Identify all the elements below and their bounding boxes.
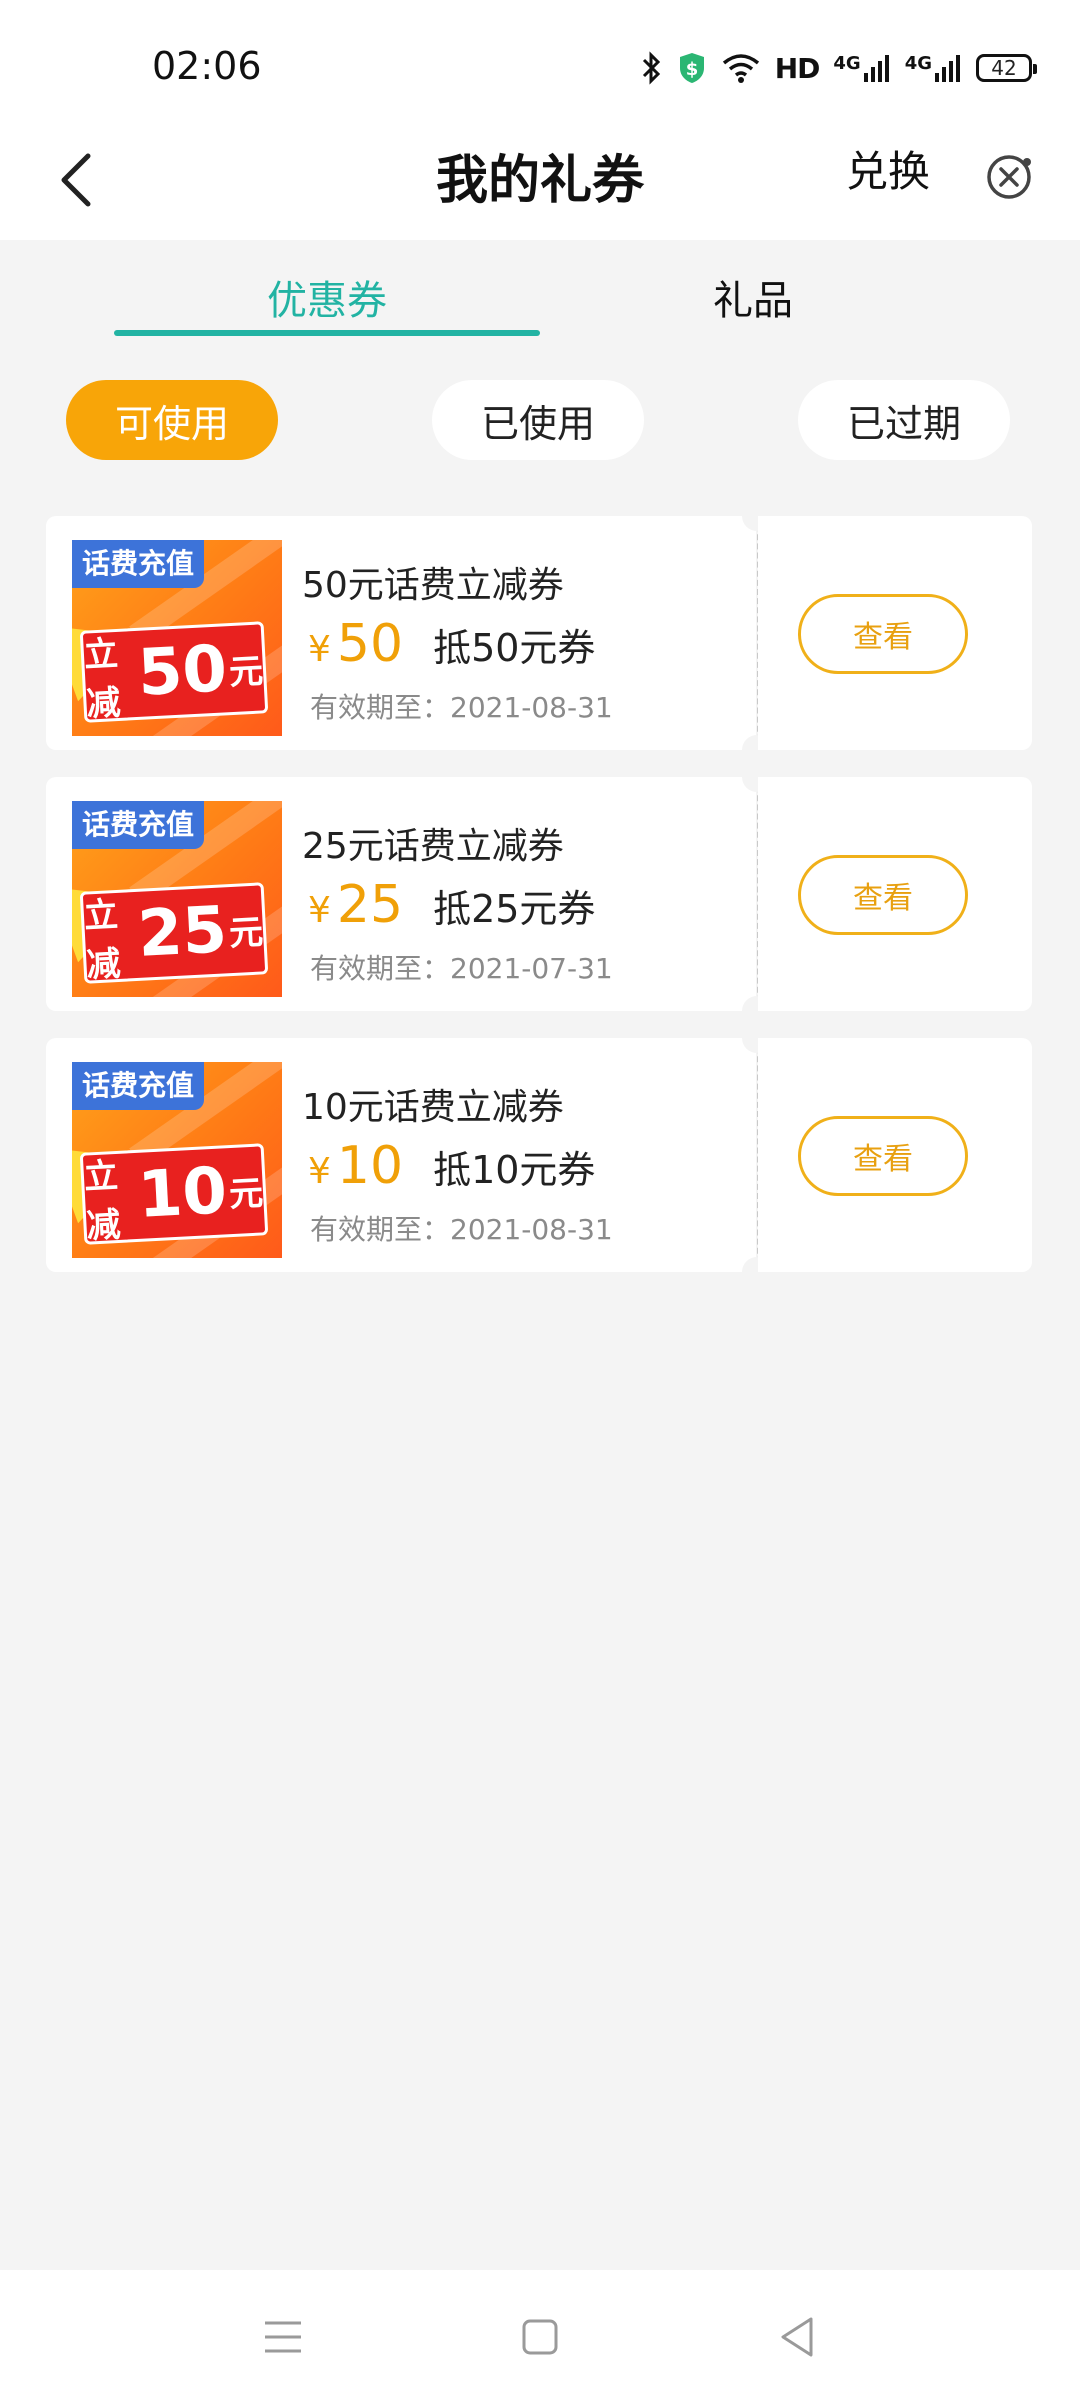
coupon-thumbnail: 话费充值 立减 25 元	[72, 801, 282, 997]
filter-used[interactable]: 已使用	[432, 380, 644, 460]
status-time: 02:06	[152, 44, 262, 88]
thumb-amount: 25	[136, 893, 229, 972]
filter-chips: 可使用 已使用 已过期	[0, 380, 1080, 460]
coupon-amount: 25	[336, 875, 404, 935]
signal-4g-2: 4G	[905, 53, 962, 83]
coupon-action: 查看	[758, 516, 1032, 750]
main-tabs: 优惠券 礼品	[0, 240, 1080, 340]
thumb-tag: 话费充值	[72, 540, 205, 588]
bluetooth-icon	[641, 51, 663, 85]
header: 我的礼券 兑换	[0, 120, 1080, 240]
coupon-thumbnail: 话费充值 立减 50 元	[72, 540, 282, 736]
close-circle-icon	[987, 155, 1031, 199]
thumb-prefix: 立减	[82, 633, 122, 725]
coupon-title: 25元话费立减券	[302, 826, 564, 867]
signal-bars-icon	[935, 55, 960, 82]
thumb-unit: 元	[228, 650, 265, 693]
coupon-desc: 抵50元券	[433, 626, 596, 670]
nav-home-button[interactable]	[505, 2302, 575, 2372]
thumb-amount: 10	[136, 1154, 229, 1233]
status-bar: 02:06 $ HD 4G 4G 42	[0, 0, 1080, 120]
filter-expired[interactable]: 已过期	[798, 380, 1010, 460]
coupon-thumbnail: 话费充值 立减 10 元	[72, 1062, 282, 1258]
currency-symbol: ¥	[308, 629, 331, 670]
thumb-amount: 50	[136, 632, 229, 711]
thumb-unit: 元	[228, 1172, 265, 1215]
currency-symbol: ¥	[308, 890, 331, 931]
thumb-tag: 话费充值	[72, 801, 205, 849]
coupon-action: 查看	[758, 777, 1032, 1011]
filter-available[interactable]: 可使用	[66, 380, 278, 460]
coupon-info: 话费充值 立减 10 元 10元话费立减券 ¥ 10 抵10元券 有效期至：2021…	[46, 1038, 756, 1272]
thumb-prefix: 立减	[82, 894, 122, 986]
view-button[interactable]: 查看	[798, 1116, 968, 1196]
coupon-desc: 抵10元券	[433, 1148, 596, 1192]
coupon-amount: 10	[336, 1136, 404, 1196]
system-nav-bar	[0, 2270, 1080, 2400]
menu-icon	[265, 2321, 301, 2353]
status-icons: $ HD 4G 4G 42	[641, 46, 1037, 90]
coupon-expiry: 有效期至：2021-08-31	[310, 691, 613, 724]
tab-gifts[interactable]: 礼品	[540, 268, 966, 326]
coupon-card: 话费充值 立减 10 元 10元话费立减券 ¥ 10 抵10元券 有效期至：2021…	[46, 1023, 1032, 1287]
tab-indicator	[114, 330, 540, 336]
coupon-title: 10元话费立减券	[302, 1087, 564, 1128]
thumb-tag: 话费充值	[72, 1062, 205, 1110]
view-button[interactable]: 查看	[798, 594, 968, 674]
coupon-desc: 抵25元券	[433, 887, 596, 931]
coupon-info: 话费充值 立减 25 元 25元话费立减券 ¥ 25 抵25元券 有效期至：2021…	[46, 777, 756, 1011]
battery-level: 42	[991, 56, 1017, 80]
wifi-icon	[721, 52, 761, 84]
coupon-card: 话费充值 立减 50 元 50元话费立减券 ¥ 50 抵50元券 有效期至：2021…	[46, 501, 1032, 765]
coupon-amount: 50	[336, 614, 404, 674]
signal-bars-icon	[863, 55, 889, 82]
view-button[interactable]: 查看	[798, 855, 968, 935]
thumb-prefix: 立减	[82, 1155, 122, 1247]
coupon-title: 50元话费立减券	[302, 565, 564, 606]
battery-icon: 42	[976, 54, 1037, 82]
thumb-banner: 立减 50 元	[79, 621, 269, 725]
coupon-info: 话费充值 立减 50 元 50元话费立减券 ¥ 50 抵50元券 有效期至：2021…	[46, 516, 756, 750]
coupon-card: 话费充值 立减 25 元 25元话费立减券 ¥ 25 抵25元券 有效期至：2021…	[46, 762, 1032, 1026]
thumb-unit: 元	[228, 911, 265, 954]
back-triangle-icon	[781, 2317, 813, 2357]
close-button[interactable]	[978, 146, 1040, 208]
signal-4g-label-2: 4G	[904, 53, 932, 74]
nav-menu-button[interactable]	[248, 2302, 318, 2372]
coupon-action: 查看	[758, 1038, 1032, 1272]
exchange-button[interactable]: 兑换	[846, 138, 930, 199]
coupon-price: ¥ 25 抵25元券	[308, 875, 595, 935]
signal-4g-1: 4G	[833, 53, 890, 83]
tab-coupons[interactable]: 优惠券	[114, 268, 540, 326]
currency-symbol: ¥	[308, 1151, 331, 1192]
coupon-price: ¥ 10 抵10元券	[308, 1136, 595, 1196]
thumb-banner: 立减 10 元	[79, 1143, 269, 1247]
coupon-price: ¥ 50 抵50元券	[308, 614, 595, 674]
hd-indicator: HD	[774, 51, 821, 85]
coupon-expiry: 有效期至：2021-07-31	[310, 952, 613, 985]
home-square-icon	[522, 2319, 558, 2355]
thumb-banner: 立减 25 元	[79, 882, 269, 986]
nav-back-button[interactable]	[762, 2302, 832, 2372]
coupon-expiry: 有效期至：2021-08-31	[310, 1213, 613, 1246]
security-shield-icon: $	[677, 51, 707, 85]
signal-4g-label-1: 4G	[833, 53, 861, 74]
svg-text:$: $	[685, 59, 698, 80]
